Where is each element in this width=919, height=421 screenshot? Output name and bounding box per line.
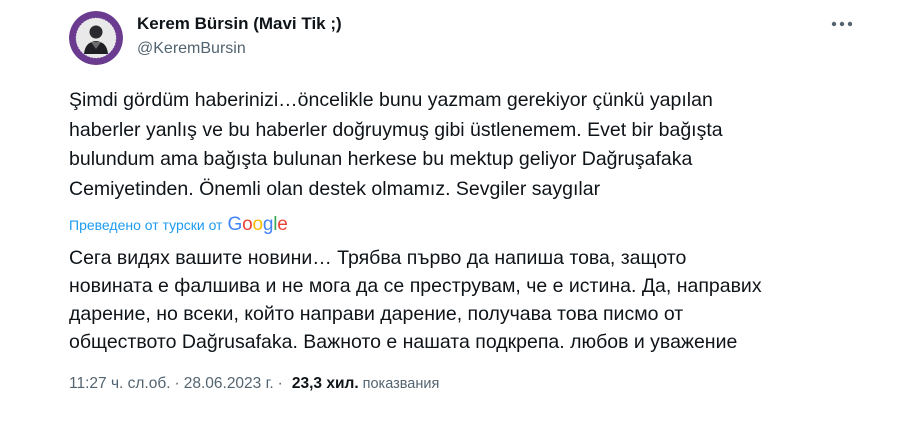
meta-separator: ·: [277, 375, 283, 392]
meta-separator: ·: [174, 375, 180, 392]
tweet-time[interactable]: 11:27 ч. сл.об.: [69, 375, 171, 393]
translated-by-label: Преведено от турски от: [69, 216, 223, 233]
tweet-meta: 11:27 ч. сл.об. · 28.06.2023 г. · 23,3 х…: [69, 375, 439, 393]
author-handle[interactable]: @KeremBursin: [137, 40, 246, 58]
views-label: показвания: [362, 376, 440, 392]
tweet-translation: Сега видях вашите новини… Трябва първо д…: [69, 247, 762, 353]
views-count[interactable]: 23,3 хил.: [292, 375, 359, 393]
avatar[interactable]: [69, 11, 123, 65]
tweet: Kerem Bürsin (Mavi Tik ;) @KeremBursin Ş…: [0, 0, 919, 421]
more-horizontal-icon: [831, 21, 853, 27]
tweet-text: Şimdi gördüm haberinizi…öncelikle bunu y…: [69, 89, 723, 200]
google-logo: Google: [227, 214, 288, 235]
author-display-name[interactable]: Kerem Bürsin (Mavi Tik ;): [137, 14, 342, 34]
more-options-button[interactable]: [826, 12, 858, 36]
translated-by-link[interactable]: Преведено от турски от Google: [69, 215, 288, 234]
profile-photo-icon: [69, 11, 123, 65]
tweet-date[interactable]: 28.06.2023 г.: [184, 375, 274, 393]
